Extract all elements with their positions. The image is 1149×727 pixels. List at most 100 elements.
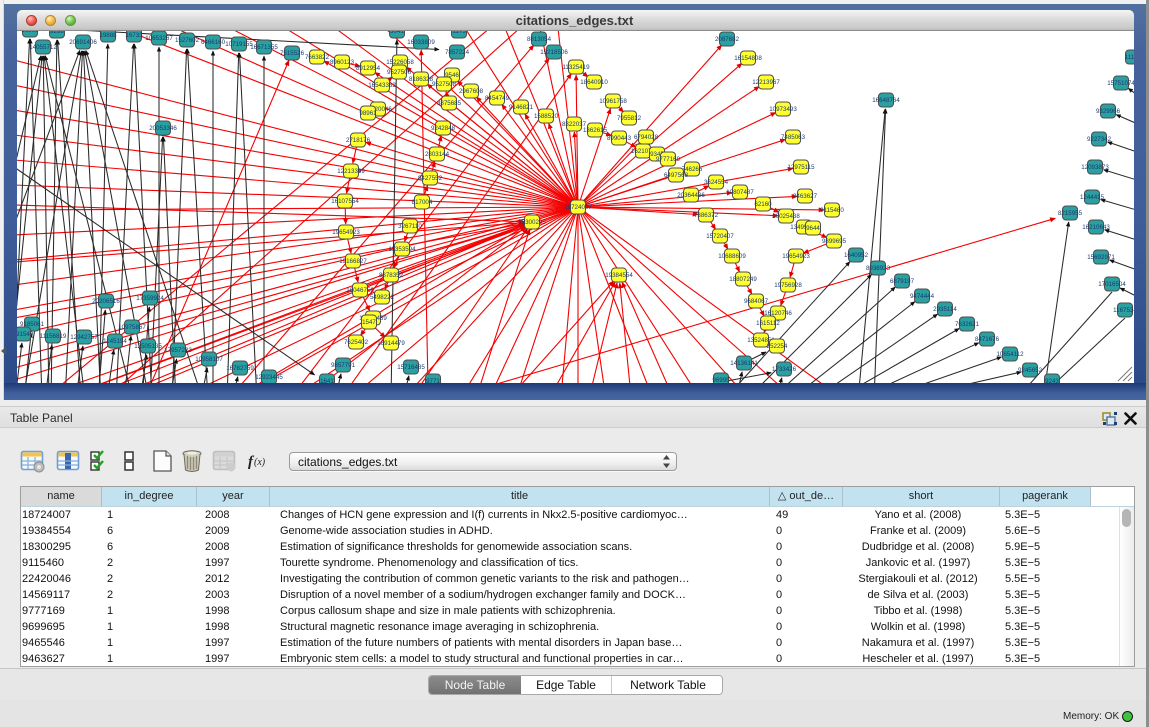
- svg-text:9771: 9771: [426, 378, 440, 383]
- svg-text:5498222: 5498222: [370, 294, 395, 301]
- svg-text:1175: 1175: [452, 31, 466, 35]
- svg-text:2718176: 2718176: [346, 137, 371, 144]
- svg-text:19756928: 19756928: [774, 282, 802, 289]
- svg-text:18300295: 18300295: [518, 219, 546, 226]
- svg-text:12213967: 12213967: [752, 79, 780, 86]
- svg-text:2803144: 2803144: [425, 151, 450, 158]
- svg-text:9684067: 9684067: [744, 298, 769, 305]
- svg-text:62160: 62160: [754, 201, 772, 208]
- svg-text:19218506: 19218506: [540, 49, 568, 56]
- svg-text:8215955: 8215955: [1058, 210, 1083, 217]
- svg-text:20691406: 20691406: [69, 39, 97, 46]
- svg-text:19888: 19888: [99, 32, 117, 39]
- svg-text:10807487: 10807487: [726, 189, 754, 196]
- svg-text:1362615: 1362615: [583, 127, 608, 134]
- svg-text:6794028: 6794028: [634, 134, 659, 141]
- svg-text:12975115: 12975115: [787, 164, 815, 171]
- svg-text:10719155: 10719155: [225, 41, 253, 48]
- svg-text:11353594: 11353594: [388, 246, 416, 253]
- svg-text:11325419: 11325419: [562, 64, 590, 71]
- svg-text:10688609: 10688609: [718, 253, 746, 260]
- svg-text:10975867: 10975867: [118, 324, 146, 331]
- svg-text:16782759: 16782759: [226, 365, 254, 372]
- svg-text:9243: 9243: [1045, 378, 1059, 383]
- svg-text:9644: 9644: [806, 225, 820, 232]
- svg-text:9527506: 9527506: [387, 69, 412, 76]
- svg-text:20053346: 20053346: [149, 125, 177, 132]
- svg-text:12942757: 12942757: [70, 334, 98, 341]
- svg-text:18807249: 18807249: [729, 276, 757, 283]
- svg-text:19654923: 19654923: [332, 229, 360, 236]
- svg-text:2935114: 2935114: [933, 306, 957, 313]
- svg-text:1145194: 1145194: [103, 338, 127, 345]
- svg-text:1640952: 1640952: [844, 252, 869, 259]
- svg-text:15716485: 15716485: [397, 364, 425, 371]
- svg-text:16671355: 16671355: [250, 44, 278, 51]
- svg-text:1527602: 1527602: [175, 37, 200, 44]
- svg-text:20206516: 20206516: [92, 298, 120, 305]
- svg-text:9777169: 9777169: [656, 156, 681, 163]
- svg-text:8813054: 8813054: [527, 36, 552, 43]
- svg-text:1733426: 1733426: [772, 366, 797, 373]
- svg-text:9474444: 9474444: [910, 293, 935, 300]
- svg-text:8938923: 8938923: [866, 265, 891, 272]
- svg-text:1615112: 1615112: [756, 320, 780, 327]
- svg-text:6879197: 6879197: [890, 278, 915, 285]
- svg-text:8878352: 8878352: [379, 272, 404, 279]
- svg-text:15751074: 15751074: [1107, 80, 1134, 87]
- svg-text:3041: 3041: [390, 31, 404, 35]
- svg-text:11156819: 11156819: [40, 333, 67, 340]
- svg-text:252254: 252254: [767, 343, 788, 350]
- svg-text:7625402: 7625402: [344, 339, 369, 346]
- svg-text:9329966: 9329966: [1096, 108, 1121, 115]
- svg-text:8960123: 8960123: [330, 59, 355, 66]
- svg-text:16210643: 16210643: [1082, 224, 1110, 231]
- svg-text:18640910: 18640910: [580, 79, 608, 86]
- svg-text:19384554: 19384554: [605, 272, 633, 279]
- svg-text:1244415: 1244415: [1080, 194, 1105, 201]
- svg-text:10654112: 10654112: [996, 351, 1024, 358]
- svg-text:16154808: 16154808: [734, 55, 762, 62]
- svg-text:391549: 391549: [17, 331, 34, 338]
- svg-text:7955812: 7955812: [617, 115, 642, 122]
- svg-text:17359924: 17359924: [136, 295, 164, 302]
- svg-text:17957223: 17957223: [164, 347, 192, 354]
- svg-text:12213369: 12213369: [337, 168, 365, 175]
- svg-text:8990443: 8990443: [607, 135, 632, 142]
- svg-text:16033809: 16033809: [407, 39, 435, 46]
- svg-text:9242848: 9242848: [431, 125, 456, 132]
- svg-text:96995: 96995: [712, 377, 730, 383]
- svg-text:8912954: 8912954: [356, 65, 381, 72]
- svg-text:14055712: 14055712: [29, 44, 57, 51]
- svg-text:14136141: 14136141: [730, 360, 758, 367]
- svg-text:7485063: 7485063: [781, 134, 806, 141]
- svg-text:6497568: 6497568: [664, 172, 689, 179]
- svg-text:16393: 16393: [21, 31, 39, 34]
- svg-text:12505135: 12505135: [134, 343, 162, 350]
- svg-text:1167534: 1167534: [1113, 307, 1134, 314]
- svg-text:16733: 16733: [125, 32, 143, 39]
- svg-text:12923445: 12923445: [255, 374, 283, 381]
- svg-text:9146821: 9146821: [509, 104, 534, 111]
- svg-text:17016504: 17016504: [1098, 281, 1126, 288]
- svg-text:15720407: 15720407: [706, 233, 734, 240]
- svg-text:7857224: 7857224: [445, 49, 470, 56]
- svg-text:19654923: 19654923: [782, 253, 810, 260]
- svg-text:20364436: 20364436: [677, 192, 705, 199]
- svg-text:10958107: 10958107: [195, 356, 223, 363]
- svg-text:15692971: 15692971: [1087, 254, 1115, 261]
- svg-text:9463627: 9463627: [793, 193, 818, 200]
- svg-text:6466160: 6466160: [201, 39, 226, 46]
- svg-text:3267110: 3267110: [398, 223, 422, 230]
- svg-text:9527508: 9527508: [432, 81, 457, 88]
- svg-text:10653267: 10653267: [145, 35, 173, 42]
- svg-text:8454749: 8454749: [485, 95, 510, 102]
- svg-text:7663822: 7663822: [305, 54, 330, 61]
- svg-text:9245652: 9245652: [1018, 367, 1043, 374]
- svg-text:7386372: 7386372: [694, 212, 719, 219]
- svg-text:8427552: 8427552: [418, 175, 443, 182]
- svg-text:3875685: 3875685: [437, 100, 462, 107]
- svg-text:1588520: 1588520: [534, 113, 559, 120]
- svg-text:18724007: 18724007: [564, 204, 592, 211]
- svg-text:16914479: 16914479: [377, 340, 405, 347]
